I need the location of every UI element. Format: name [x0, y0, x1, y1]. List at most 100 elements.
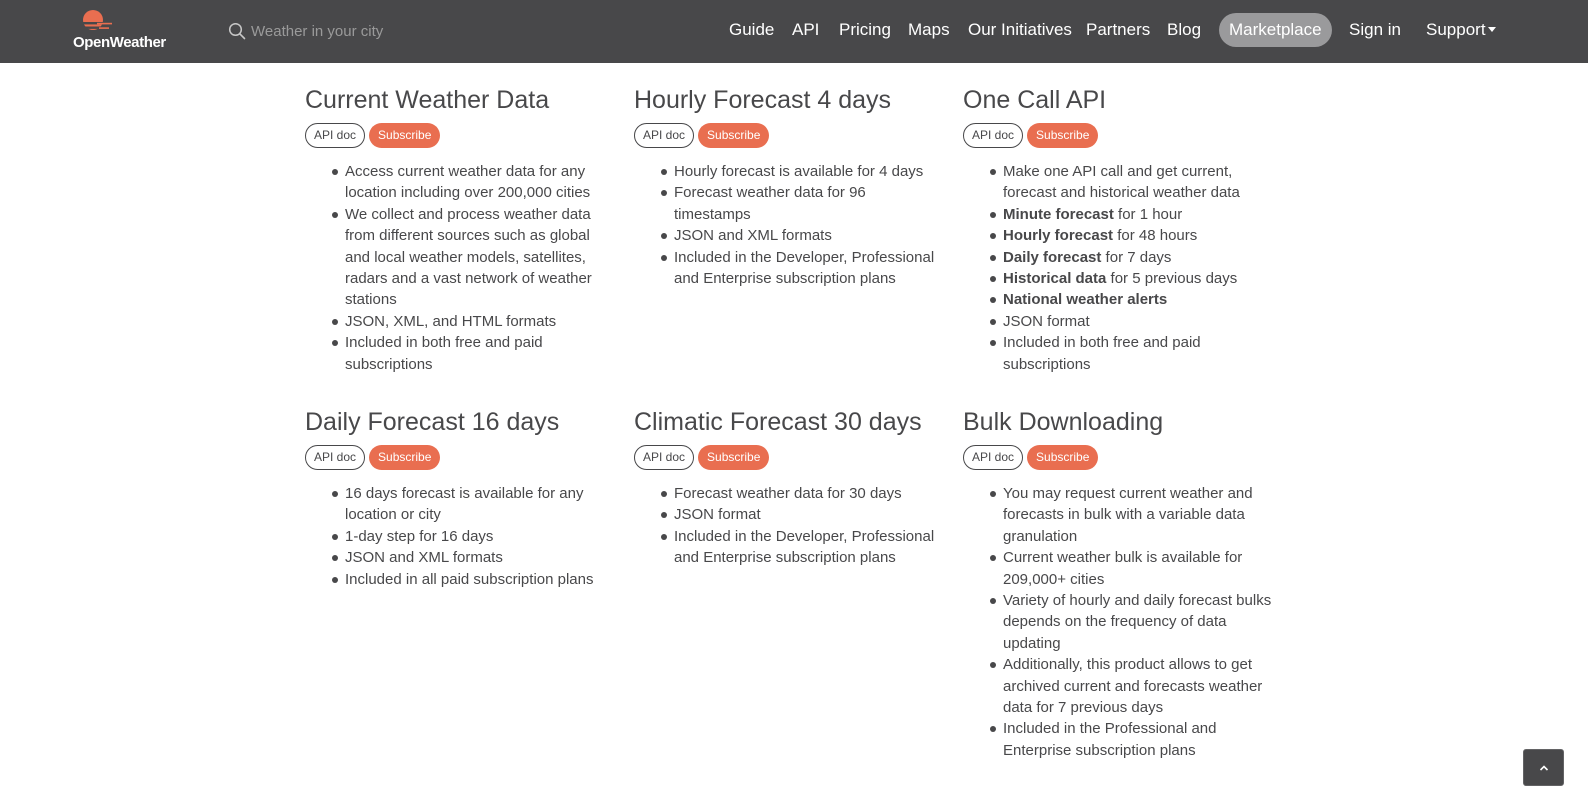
scroll-to-top-button[interactable] [1523, 749, 1564, 786]
product-actions: API doc Subscribe [963, 123, 1273, 148]
product-card: One Call API API doc Subscribe Make one … [963, 85, 1273, 375]
subscribe-button[interactable]: Subscribe [369, 123, 441, 148]
api-doc-button[interactable]: API doc [305, 445, 366, 470]
nav-our-initiatives[interactable]: Our Initiatives [968, 20, 1072, 40]
feature-text: JSON format [674, 506, 761, 524]
feature-list: Make one API call and get current, forec… [963, 161, 1273, 375]
nav-support-dropdown[interactable]: Support [1426, 20, 1496, 40]
feature-item: Hourly forecast is available for 4 days [661, 161, 944, 182]
feature-text: Additionally, this product allows to get… [1003, 656, 1263, 717]
api-doc-button[interactable]: API doc [963, 445, 1024, 470]
feature-item: Included in both free and paid subscript… [332, 332, 615, 375]
product-card: Bulk Downloading API doc Subscribe You m… [963, 407, 1273, 761]
feature-text: Access current weather data for any loca… [345, 163, 591, 202]
caret-down-icon [1487, 27, 1496, 32]
feature-text: for 7 days [1101, 248, 1172, 266]
product-actions: API doc Subscribe [305, 123, 615, 148]
nav-maps[interactable]: Maps [908, 20, 950, 40]
feature-text: Variety of hourly and daily forecast bul… [1003, 592, 1272, 652]
api-doc-button[interactable]: API doc [634, 445, 695, 470]
search-icon[interactable] [228, 22, 246, 40]
feature-item: Historical data for 5 previous days [990, 268, 1273, 289]
nav-support-label: Support [1426, 20, 1486, 39]
feature-text: Make one API call and get current, forec… [1003, 163, 1240, 202]
feature-list: Forecast weather data for 30 days JSON fo… [634, 483, 944, 569]
feature-text: Included in the Developer, Professional … [674, 248, 935, 288]
product-title: Current Weather Data [305, 86, 550, 114]
feature-text: 1-day step for 16 days [345, 527, 494, 545]
feature-text: You may request current weather and fore… [1003, 485, 1253, 545]
feature-text: 16 days forecast is available for any lo… [345, 485, 584, 524]
product-actions: API doc Subscribe [963, 445, 1273, 470]
feature-list: You may request current weather and fore… [963, 483, 1273, 761]
feature-item: Make one API call and get current, forec… [990, 161, 1273, 204]
nav-partners[interactable]: Partners [1086, 20, 1150, 40]
api-doc-button[interactable]: API doc [963, 123, 1024, 148]
feature-text: Included in the Professional and Enterpr… [1003, 720, 1217, 759]
feature-text: JSON and XML formats [674, 227, 832, 245]
subscribe-button[interactable]: Subscribe [1027, 445, 1099, 470]
feature-text: Included in the Developer, Professional … [674, 527, 935, 567]
feature-list: 16 days forecast is available for any lo… [305, 483, 615, 590]
product-title: One Call API [963, 86, 1107, 114]
feature-text: Included in both free and paid subscript… [1003, 334, 1201, 373]
product-card: Current Weather Data API doc Subscribe A… [305, 85, 615, 375]
feature-item: National weather alerts [990, 289, 1273, 310]
feature-item: JSON format [990, 311, 1273, 332]
feature-text: Current weather bulk is available for 20… [1003, 549, 1243, 588]
feature-highlight: National weather alerts [1003, 291, 1168, 309]
feature-text: Hourly forecast is available for 4 days [674, 163, 924, 180]
product-card: Daily Forecast 16 days API doc Subscribe… [305, 407, 615, 590]
nav-api[interactable]: API [792, 20, 819, 40]
product-title: Hourly Forecast 4 days [634, 86, 892, 114]
nav-sign-in[interactable]: Sign in [1349, 20, 1401, 40]
feature-highlight: Minute forecast [1003, 205, 1114, 223]
subscribe-button[interactable]: Subscribe [698, 123, 770, 148]
feature-item: Included in the Developer, Professional … [661, 247, 944, 290]
feature-item: Minute forecast for 1 hour [990, 204, 1273, 225]
nav-pricing[interactable]: Pricing [839, 20, 891, 40]
feature-item: JSON format [661, 504, 944, 525]
feature-item: Included in the Professional and Enterpr… [990, 718, 1273, 761]
nav-blog[interactable]: Blog [1167, 20, 1201, 40]
feature-item: Variety of hourly and daily forecast bul… [990, 590, 1273, 654]
openweather-logo[interactable]: OpenWeather [73, 9, 169, 53]
feature-list: Access current weather data for any loca… [305, 161, 615, 375]
search-input[interactable] [251, 22, 481, 40]
sun-logo-icon [79, 10, 117, 33]
feature-item: We collect and process weather data from… [332, 204, 615, 311]
feature-item: 16 days forecast is available for any lo… [332, 483, 615, 526]
feature-text: JSON and XML formats [345, 549, 503, 567]
subscribe-button[interactable]: Subscribe [1027, 123, 1099, 148]
feature-item: Current weather bulk is available for 20… [990, 547, 1273, 590]
feature-item: You may request current weather and fore… [990, 483, 1273, 547]
feature-text: for 48 hours [1113, 227, 1198, 245]
top-navigation-bar: OpenWeather Guide API Pricing Maps Our I… [0, 0, 1588, 63]
api-doc-button[interactable]: API doc [305, 123, 366, 148]
feature-item: Access current weather data for any loca… [332, 161, 615, 204]
feature-text: Forecast weather data for 30 days [674, 485, 902, 502]
chevron-up-icon [1539, 764, 1548, 771]
product-card: Climatic Forecast 30 days API doc Subscr… [634, 407, 944, 569]
feature-highlight: Daily forecast [1003, 248, 1102, 266]
api-doc-button[interactable]: API doc [634, 123, 695, 148]
city-search [228, 18, 488, 44]
feature-list: Hourly forecast is available for 4 days F… [634, 161, 944, 289]
feature-text: for 5 previous days [1106, 270, 1238, 288]
feature-item: Additionally, this product allows to get… [990, 654, 1273, 718]
feature-item: Daily forecast for 7 days [990, 247, 1273, 268]
subscribe-button[interactable]: Subscribe [698, 445, 770, 470]
feature-text: Included in all paid subscription plans [345, 570, 594, 588]
product-title: Climatic Forecast 30 days [634, 408, 922, 436]
subscribe-button[interactable]: Subscribe [369, 445, 441, 470]
nav-guide[interactable]: Guide [729, 20, 774, 40]
feature-item: Forecast weather data for 96 timestamps [661, 182, 944, 225]
feature-item: Included in both free and paid subscript… [990, 332, 1273, 375]
feature-text: Forecast weather data for 96 timestamps [674, 184, 866, 223]
feature-text: We collect and process weather data from… [345, 205, 592, 309]
nav-marketplace[interactable]: Marketplace [1219, 13, 1332, 47]
feature-item: Included in all paid subscription plans [332, 569, 615, 590]
feature-text: JSON, XML, and HTML formats [345, 312, 557, 330]
feature-item: Included in the Developer, Professional … [661, 526, 944, 569]
feature-item: JSON and XML formats [661, 225, 944, 246]
